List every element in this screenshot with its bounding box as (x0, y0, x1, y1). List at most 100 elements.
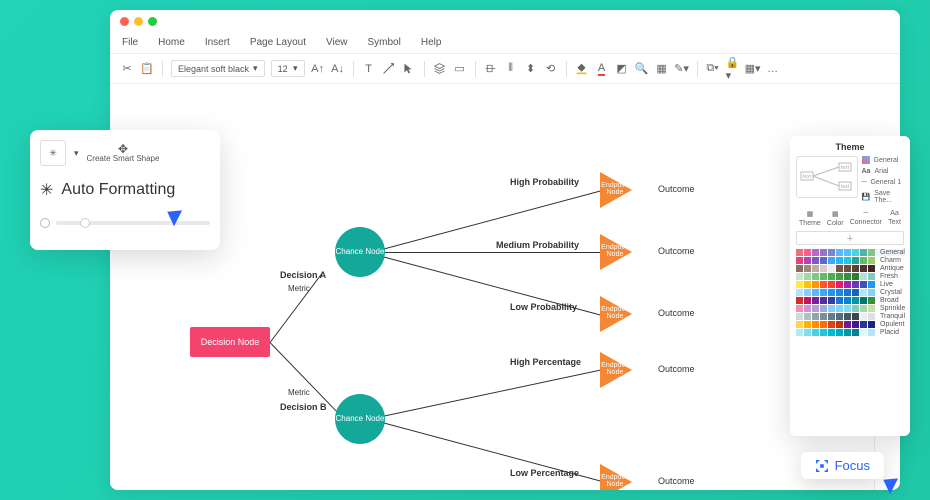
maximize-dot[interactable] (148, 17, 157, 26)
color-scheme-row[interactable]: Tranquil (796, 313, 904, 320)
font-family-select[interactable]: Elegant soft black▾ (171, 60, 265, 77)
tab-text[interactable]: AaText (888, 210, 901, 227)
scheme-name: General (880, 249, 905, 256)
tab-theme[interactable]: ▦Theme (799, 210, 821, 227)
auto-format-slider[interactable] (56, 221, 210, 225)
color-scheme-row[interactable]: Live (796, 281, 904, 288)
font-size-select[interactable]: 12▾ (271, 60, 305, 77)
line-style-icon[interactable]: ✎▾ (675, 62, 689, 76)
color-scheme-row[interactable]: Opulent (796, 321, 904, 328)
connector-tool-icon[interactable] (382, 62, 396, 76)
theme-preview-thumb[interactable]: texttexttext (796, 156, 858, 198)
color-chip (844, 273, 851, 280)
focus-button[interactable]: Focus (801, 452, 884, 479)
menu-view[interactable]: View (326, 37, 348, 48)
label-high-pct: High Percentage (510, 357, 581, 367)
theme-save-button[interactable]: 💾Save The... (862, 190, 905, 204)
slider-handle[interactable] (80, 218, 90, 228)
table-icon[interactable]: ▦ (655, 62, 669, 76)
color-chip (868, 265, 875, 272)
theme-info-connector: ─General 1 (862, 179, 905, 186)
rotate-icon[interactable]: ⟲ (544, 62, 558, 76)
scheme-name: Live (880, 281, 893, 288)
font-increase-icon[interactable]: A↑ (311, 62, 325, 76)
auto-format-burst-icon: ✳ (40, 180, 53, 200)
lock-icon[interactable]: 🔒▾ (726, 62, 740, 76)
crop-icon[interactable]: ◩ (615, 62, 629, 76)
smart-shape-label: Create Smart Shape (87, 155, 160, 163)
distribute-icon[interactable]: ⫴ (504, 62, 518, 76)
align-icon[interactable] (484, 62, 498, 76)
font-decrease-icon[interactable]: A↓ (331, 62, 345, 76)
create-smart-shape-button[interactable]: ✥ Create Smart Shape (87, 143, 160, 163)
menu-page-layout[interactable]: Page Layout (250, 37, 306, 48)
color-chip (804, 265, 811, 272)
color-chip (852, 281, 859, 288)
color-chip (860, 329, 867, 336)
dropdown-caret-icon[interactable]: ▾ (74, 148, 79, 159)
color-chip (820, 313, 827, 320)
branch-metric-b: Metric (288, 388, 310, 397)
color-scheme-row[interactable]: Broad (796, 297, 904, 304)
color-scheme-row[interactable]: Placid (796, 329, 904, 336)
link-icon[interactable]: ⧉▾ (706, 62, 720, 76)
chance-node-a[interactable]: Chance Node (335, 227, 385, 277)
menu-symbol[interactable]: Symbol (368, 37, 401, 48)
label-med-prob: Medium Probability (496, 240, 579, 250)
color-scheme-row[interactable]: Crystal (796, 289, 904, 296)
add-scheme-button[interactable]: ＋ (796, 231, 904, 245)
radio-off-icon[interactable] (40, 218, 50, 228)
text-tool-icon[interactable]: T (362, 62, 376, 76)
canvas[interactable]: Decision Node Chance Node Chance Node De… (110, 84, 900, 490)
menu-insert[interactable]: Insert (205, 37, 230, 48)
color-scheme-row[interactable]: Antique (796, 265, 904, 272)
focus-icon (815, 459, 829, 473)
menu-home[interactable]: Home (158, 37, 185, 48)
scheme-name: Charm (880, 257, 901, 264)
color-scheme-row[interactable]: General (796, 249, 904, 256)
menu-help[interactable]: Help (421, 37, 442, 48)
color-chip (828, 321, 835, 328)
auto-format-small-icon[interactable]: ✳ (40, 140, 66, 166)
color-chip (804, 249, 811, 256)
decision-node[interactable]: Decision Node (190, 327, 270, 357)
close-dot[interactable] (120, 17, 129, 26)
layers-icon[interactable] (433, 62, 447, 76)
search-icon[interactable]: 🔍 (635, 62, 649, 76)
minimize-dot[interactable] (134, 17, 143, 26)
clipboard-icon[interactable]: 📋 (140, 62, 154, 76)
color-scheme-row[interactable]: Charm (796, 257, 904, 264)
color-chip (828, 305, 835, 312)
pointer-tool-icon[interactable] (402, 62, 416, 76)
cut-icon[interactable]: ✂ (120, 62, 134, 76)
tab-connector[interactable]: ─Connector (850, 210, 882, 227)
color-scheme-row[interactable]: Fresh (796, 273, 904, 280)
color-chip (828, 289, 835, 296)
branch-decision-a: Decision A (280, 270, 326, 280)
color-chip (820, 249, 827, 256)
color-scheme-row[interactable]: Sprinkle (796, 305, 904, 312)
theme-tabs: ▦Theme ▦Color ─Connector AaText (796, 210, 904, 227)
color-chip (804, 297, 811, 304)
menu-file[interactable]: File (122, 37, 138, 48)
tab-color[interactable]: ▦Color (827, 210, 844, 227)
grid-icon[interactable]: ▦▾ (746, 62, 760, 76)
scheme-name: Placid (880, 329, 899, 336)
color-chip (804, 281, 811, 288)
color-chip (828, 265, 835, 272)
auto-formatting-button[interactable]: ✳ Auto Formatting (40, 180, 210, 200)
color-chip (836, 249, 843, 256)
color-chip (860, 265, 867, 272)
color-chip (828, 273, 835, 280)
fill-color-icon[interactable] (575, 62, 589, 76)
color-chip (860, 321, 867, 328)
chance-node-b[interactable]: Chance Node (335, 394, 385, 444)
size-icon[interactable]: ⬍ (524, 62, 538, 76)
font-color-icon[interactable]: A (595, 62, 609, 76)
color-chip (836, 297, 843, 304)
theme-info-general: General (862, 156, 905, 164)
more-icon[interactable]: … (766, 62, 780, 76)
color-chip (812, 321, 819, 328)
color-chip (868, 273, 875, 280)
group-icon[interactable]: ▭ (453, 62, 467, 76)
